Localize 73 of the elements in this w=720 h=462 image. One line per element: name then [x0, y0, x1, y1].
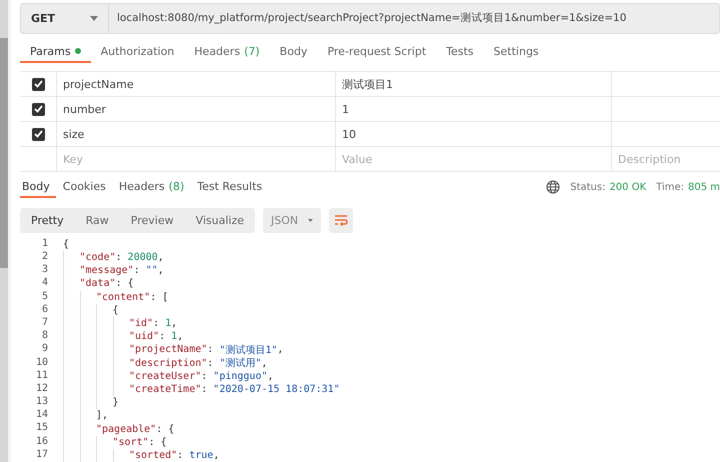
code-line: "sort": { — [112, 436, 167, 449]
response-tab[interactable]: Cookies — [60, 176, 112, 198]
code-line: "sorted": true, — [129, 448, 220, 462]
response-tab[interactable]: Body — [20, 176, 56, 198]
code-line: "description": "测试用", — [129, 356, 268, 370]
line-number: 7 — [40, 316, 48, 330]
param-value: 1 — [342, 102, 349, 116]
code-line: { — [112, 304, 119, 317]
request-tab[interactable]: Tests — [436, 42, 484, 64]
code-line: ], — [96, 409, 108, 422]
code-line: "projectName": "测试项目1", — [129, 343, 284, 356]
line-number: 6 — [40, 304, 48, 317]
request-tab[interactable]: Authorization — [90, 42, 184, 64]
wrap-lines-button[interactable] — [329, 208, 354, 233]
line-number: 1 — [40, 238, 48, 251]
code-line: "message": "", — [80, 264, 164, 278]
line-number: 3 — [40, 264, 48, 278]
scrollbar-thumb[interactable] — [0, 38, 8, 268]
status-label: Status: — [570, 182, 606, 193]
code-line: "uid": 1, — [129, 330, 184, 344]
line-number: 4 — [40, 277, 48, 290]
description-cell[interactable] — [611, 121, 720, 146]
view-mode-tab[interactable]: Visualize — [184, 208, 256, 233]
line-number: 5 — [40, 290, 48, 304]
param-key: size — [63, 128, 84, 141]
code-line: "data": { — [80, 277, 134, 291]
code-line: "pageable": { — [96, 422, 174, 436]
description-cell[interactable] — [611, 96, 720, 122]
line-number: 15 — [34, 422, 48, 436]
param-key: projectName — [63, 78, 134, 91]
code-line: "createTime": "2020-07-15 18:07:31" — [129, 382, 340, 396]
param-value: 测试项目1 — [342, 76, 393, 92]
checkbox[interactable] — [32, 78, 44, 91]
request-tab[interactable]: Settings — [484, 42, 549, 64]
view-mode-tab[interactable]: Raw — [74, 208, 120, 233]
line-number: 13 — [34, 396, 48, 410]
line-number: 2 — [40, 251, 48, 264]
line-number: 17 — [34, 448, 48, 462]
view-mode-tab[interactable]: Preview — [120, 208, 185, 233]
line-number: 10 — [34, 356, 48, 370]
line-number: 12 — [34, 382, 48, 396]
wrap-icon — [334, 214, 348, 226]
status-value: 200 OK — [609, 182, 646, 193]
request-tab[interactable]: Params — [20, 42, 91, 64]
code-line: "createUser": "pingguo", — [129, 370, 274, 383]
code-line: "code": 20000, — [80, 251, 164, 264]
request-tab[interactable]: Body — [270, 42, 318, 64]
response-tab[interactable]: Test Results — [195, 176, 268, 198]
code-line: } — [112, 396, 119, 410]
checkbox[interactable] — [32, 128, 44, 141]
globe-icon[interactable] — [546, 180, 560, 194]
line-number: 16 — [34, 436, 48, 449]
param-key: number — [63, 102, 106, 116]
line-number: 11 — [34, 370, 48, 383]
code-line: { — [63, 238, 70, 251]
line-number: 14 — [34, 409, 48, 422]
time-label: Time: — [656, 182, 684, 193]
tab-count: (8) — [168, 180, 184, 193]
line-number: 9 — [40, 343, 48, 356]
description-cell[interactable] — [611, 71, 720, 96]
checkbox[interactable] — [32, 102, 44, 116]
param-value: 10 — [342, 128, 356, 141]
code-line: "id": 1, — [129, 317, 178, 330]
request-tab[interactable]: Pre-request Script — [317, 42, 436, 64]
tab-count: (7) — [244, 44, 260, 58]
view-mode-tab[interactable]: Pretty — [20, 208, 75, 233]
response-tab[interactable]: Headers (8) — [116, 176, 190, 198]
request-tab[interactable]: Headers (7) — [184, 42, 270, 64]
code-line: "content": [ — [96, 290, 168, 304]
time-value: 805 m — [688, 182, 720, 193]
caret-icon — [308, 218, 314, 223]
line-number: 8 — [40, 330, 48, 344]
format-dropdown[interactable]: JSON — [263, 208, 322, 233]
